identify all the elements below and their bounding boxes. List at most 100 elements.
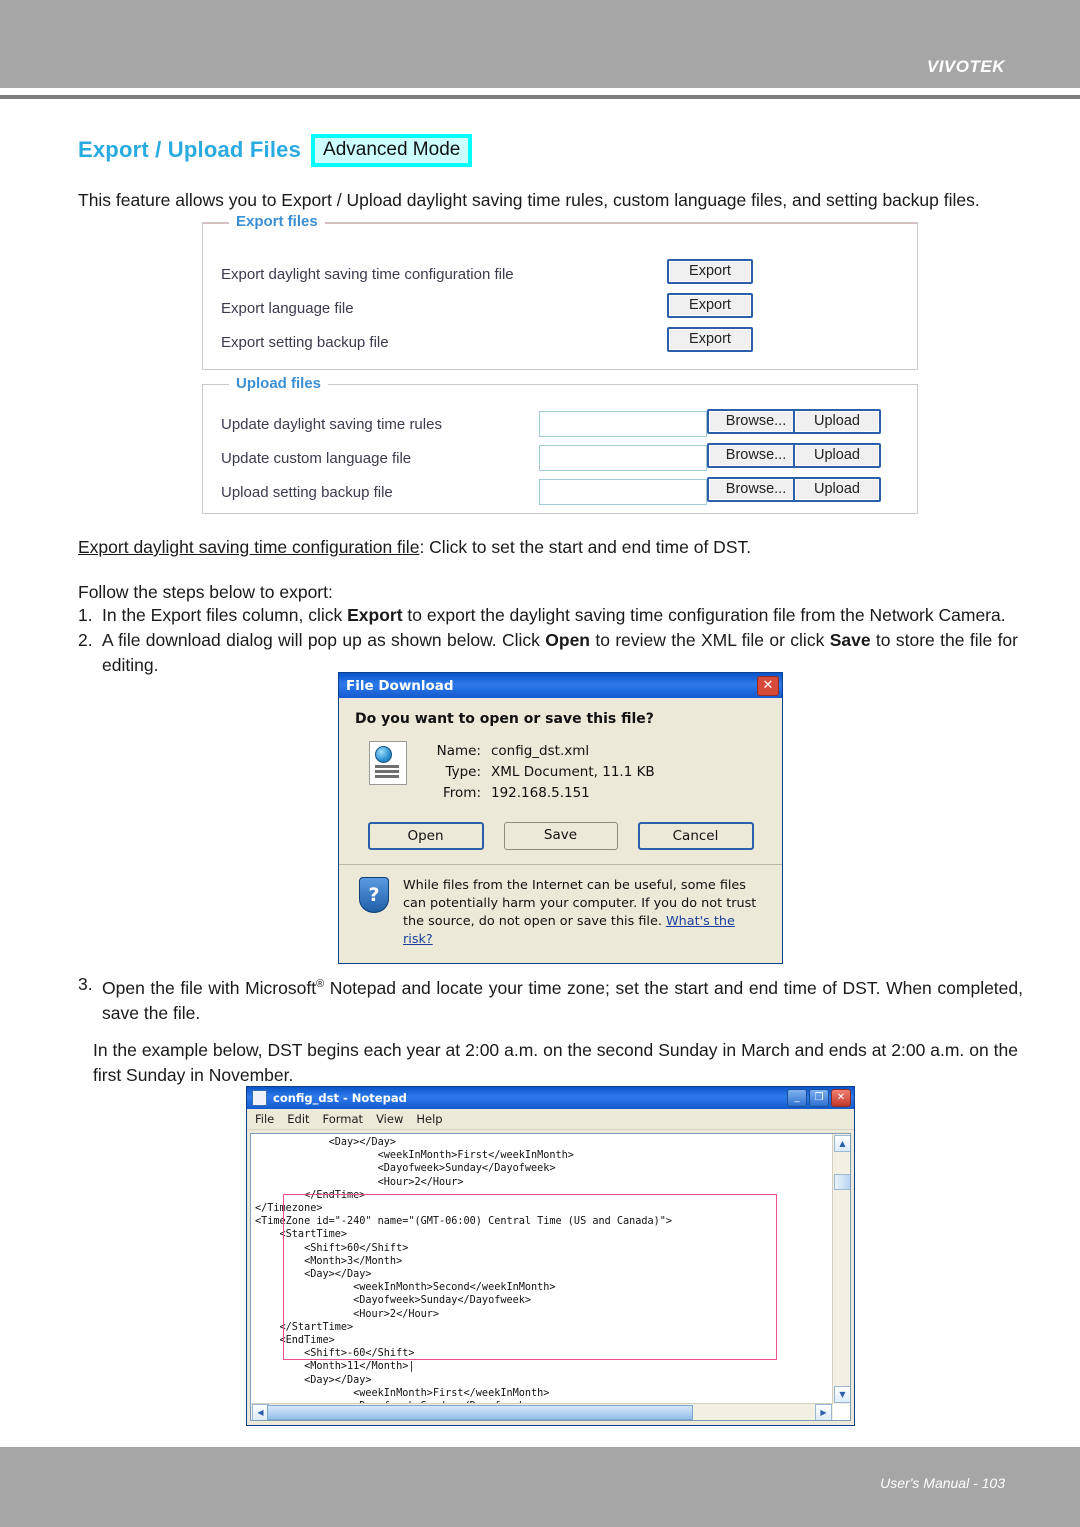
- export-backup-label: Export setting backup file: [221, 334, 389, 351]
- step-1: 1. In the Export files column, click Exp…: [78, 603, 1018, 628]
- step-2: 2. A file download dialog will pop up as…: [78, 628, 1018, 678]
- step-2-bold-save: Save: [829, 630, 871, 650]
- file-from-key: From:: [443, 785, 481, 801]
- dst-rest: : Click to set the start and end time of…: [419, 537, 752, 557]
- file-from-row: From: 192.168.5.151: [429, 783, 655, 804]
- export-language-button[interactable]: Export: [667, 293, 753, 318]
- upload-backup-upload-button[interactable]: Upload: [793, 477, 881, 502]
- open-button[interactable]: Open: [367, 822, 484, 850]
- upload-dst-upload-button[interactable]: Upload: [793, 409, 881, 434]
- xml-document-icon: [369, 741, 407, 785]
- upload-files-fieldset: Upload files Update daylight saving time…: [202, 375, 918, 514]
- highlight-box: [283, 1194, 777, 1360]
- upload-backup-label: Upload setting backup file: [221, 484, 393, 501]
- cancel-button[interactable]: Cancel: [637, 822, 754, 850]
- scroll-up-icon[interactable]: ▲: [834, 1135, 850, 1152]
- upload-backup-browse-button[interactable]: Browse...: [707, 477, 805, 502]
- doc-line-3: [375, 775, 399, 778]
- menu-help[interactable]: Help: [416, 1112, 442, 1126]
- notepad-window: config_dst - Notepad _ ❐ ✕ File Edit For…: [246, 1086, 855, 1426]
- step-2-part-b: to review the XML file or click: [590, 630, 830, 650]
- dialog-warning: ? While files from the Internet can be u…: [339, 865, 782, 963]
- notepad-app-icon: [252, 1090, 267, 1106]
- menu-file[interactable]: File: [255, 1112, 274, 1126]
- upload-language-label: Update custom language file: [221, 450, 412, 467]
- header-divider: [0, 95, 1080, 99]
- scroll-down-icon[interactable]: ▼: [834, 1386, 850, 1403]
- menu-view[interactable]: View: [376, 1112, 403, 1126]
- dialog-question: Do you want to open or save this file?: [355, 711, 654, 727]
- step-3-text: Open the file with Microsoft® Notepad an…: [102, 972, 1023, 1026]
- intro-paragraph: This feature allows you to Export / Uplo…: [78, 190, 980, 210]
- save-button[interactable]: Save: [503, 822, 618, 850]
- export-row-dst: Export daylight saving time configuratio…: [221, 259, 903, 295]
- upload-dst-label: Update daylight saving time rules: [221, 416, 442, 433]
- upload-rows: Update daylight saving time rules Browse…: [203, 385, 917, 513]
- page-footer: User's Manual - 103: [0, 1447, 1080, 1527]
- maximize-icon[interactable]: ❐: [809, 1089, 829, 1107]
- step-2-part-a: A file download dialog will pop up as sh…: [102, 630, 546, 650]
- step-3: 3. Open the file with Microsoft® Notepad…: [78, 972, 1023, 1026]
- file-metadata: Name: config_dst.xml Type: XML Document,…: [429, 741, 655, 804]
- export-row-language: Export language file Export: [221, 293, 903, 329]
- upload-row-language: Update custom language file Browse... Up…: [221, 443, 903, 479]
- steps-list: 1. In the Export files column, click Exp…: [78, 603, 1018, 678]
- dst-term: Export daylight saving time configuratio…: [78, 537, 420, 557]
- notepad-window-controls: _ ❐ ✕: [787, 1089, 851, 1107]
- menu-edit[interactable]: Edit: [287, 1112, 309, 1126]
- minimize-icon[interactable]: _: [787, 1089, 807, 1107]
- upload-language-upload-button[interactable]: Upload: [793, 443, 881, 468]
- step-1-part-a: In the Export files column, click: [102, 605, 348, 625]
- notepad-menubar: File Edit Format View Help: [247, 1109, 854, 1130]
- advanced-mode-badge: Advanced Mode: [311, 134, 473, 167]
- step-2-bold-open: Open: [545, 630, 590, 650]
- page-header: VIVOTEK: [0, 0, 1080, 88]
- dst-definition-line: Export daylight saving time configuratio…: [78, 535, 1018, 560]
- upload-dst-browse-button[interactable]: Browse...: [707, 409, 805, 434]
- doc-line-1: [375, 765, 399, 768]
- dialog-file-info: Name: config_dst.xml Type: XML Document,…: [355, 741, 766, 804]
- footer-page-label: User's Manual - 103: [880, 1475, 1005, 1491]
- export-language-label: Export language file: [221, 300, 354, 317]
- export-dst-label: Export daylight saving time configuratio…: [221, 266, 514, 283]
- export-dst-button[interactable]: Export: [667, 259, 753, 284]
- export-rows: Export daylight saving time configuratio…: [203, 223, 917, 369]
- scroll-right-icon[interactable]: ▶: [815, 1404, 832, 1420]
- upload-row-backup: Upload setting backup file Browse... Upl…: [221, 477, 903, 513]
- horizontal-scrollbar-thumb[interactable]: [267, 1405, 693, 1420]
- vertical-scrollbar-thumb[interactable]: [834, 1174, 850, 1190]
- step-3-number: 3.: [78, 974, 93, 994]
- example-paragraph: In the example below, DST begins each ye…: [93, 1040, 1018, 1085]
- menu-format[interactable]: Format: [323, 1112, 364, 1126]
- file-download-dialog: File Download ✕ Do you want to open or s…: [338, 672, 783, 964]
- upload-language-browse-button[interactable]: Browse...: [707, 443, 805, 468]
- horizontal-scrollbar[interactable]: ◀ ▶: [251, 1403, 833, 1420]
- notepad-title: config_dst - Notepad: [273, 1091, 407, 1105]
- step-3-part-a: Open the file with Microsoft: [102, 977, 317, 998]
- step-2-number: 2.: [78, 630, 93, 650]
- dialog-titlebar: File Download ✕: [339, 673, 782, 698]
- file-type-row: Type: XML Document, 11.1 KB: [429, 762, 654, 783]
- step-1-number: 1.: [78, 605, 93, 625]
- step-1-part-b: to export the daylight saving time confi…: [402, 605, 1006, 625]
- close-icon[interactable]: ✕: [831, 1089, 851, 1107]
- upload-row-dst: Update daylight saving time rules Browse…: [221, 409, 903, 445]
- export-files-fieldset: Export files Export daylight saving time…: [202, 213, 918, 370]
- dialog-body: Do you want to open or save this file? N…: [339, 698, 782, 810]
- notepad-text-area[interactable]: <Day></Day> <weekInMonth>First</weekInMo…: [250, 1133, 851, 1421]
- vertical-scrollbar[interactable]: ▲ ▼: [832, 1134, 850, 1404]
- upload-language-input[interactable]: [539, 445, 707, 471]
- camera-settings-panel: Export files Export daylight saving time…: [202, 213, 918, 514]
- registered-mark: ®: [316, 978, 325, 990]
- export-backup-button[interactable]: Export: [667, 327, 753, 352]
- close-icon[interactable]: ✕: [757, 675, 779, 696]
- upload-backup-input[interactable]: [539, 479, 707, 505]
- upload-dst-input[interactable]: [539, 411, 707, 437]
- step-3-row: 3. Open the file with Microsoft® Notepad…: [78, 972, 1023, 1026]
- export-row-backup: Export setting backup file Export: [221, 327, 903, 363]
- dialog-title: File Download: [346, 677, 454, 694]
- warning-text: While files from the Internet can be use…: [403, 877, 766, 949]
- file-name-value: config_dst.xml: [491, 743, 590, 759]
- vivotek-logo: VIVOTEK: [926, 57, 1005, 76]
- dialog-buttons: Open Save Cancel: [339, 810, 782, 864]
